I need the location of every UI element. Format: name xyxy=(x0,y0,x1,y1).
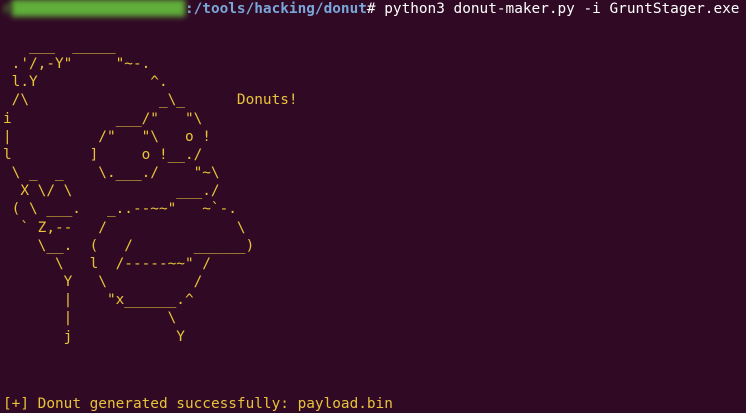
ascii-art-line: \__. ( / ______) xyxy=(3,237,255,254)
donut-ascii-art: ___ _____ .'/,-Y" "~-. l.Y ^. /\ _\_ Don… xyxy=(3,37,298,346)
ascii-art-line: | \ xyxy=(3,310,177,327)
ascii-art-line: i ___/" "\ xyxy=(3,110,203,127)
terminal-window[interactable]: r████████████████████:/tools/hacking/don… xyxy=(0,0,746,413)
ascii-art-line: l ] o !__./ xyxy=(3,146,203,163)
command-prompt-line: r████████████████████:/tools/hacking/don… xyxy=(3,0,739,19)
status-output-line: [+] Donut generated successfully: payloa… xyxy=(3,395,393,413)
ascii-art-line: | "x______.^ xyxy=(3,292,194,309)
ascii-art-line: \ _ _ \.___./ "~\ xyxy=(3,165,220,182)
ascii-art-line: ( \ ___. _..--~~" ~`-. xyxy=(3,201,237,218)
ascii-art-line: Y \ / xyxy=(3,274,203,291)
ascii-art-line: \ l /-----~~" / xyxy=(3,255,211,272)
command-text: python3 donut-maker.py -i GruntStager.ex… xyxy=(375,1,740,17)
status-message: Donut generated successfully: payload.bi… xyxy=(29,396,393,412)
ascii-art-line: /\ _\_ Donuts! xyxy=(3,92,298,109)
ascii-art-line: X \/ \ ___./ xyxy=(3,183,220,200)
ascii-art-line: .'/,-Y" "~-. xyxy=(3,56,151,73)
ascii-art-line: ___ _____ xyxy=(3,38,116,54)
ascii-art-line: ` Z,-- / \ xyxy=(3,219,246,236)
prompt-path: :/tools/hacking/donut xyxy=(184,1,367,17)
prompt-symbol: # xyxy=(366,1,376,17)
ascii-art-line: j Y xyxy=(3,328,185,345)
ascii-art-line: l.Y ^. xyxy=(3,74,168,91)
status-prefix: [+] xyxy=(3,396,29,412)
user-host-redacted-blur: ████████████████████ xyxy=(11,1,185,17)
user-host-redacted: r xyxy=(3,1,12,17)
ascii-art-line: | /" "\ o ! xyxy=(3,128,211,145)
